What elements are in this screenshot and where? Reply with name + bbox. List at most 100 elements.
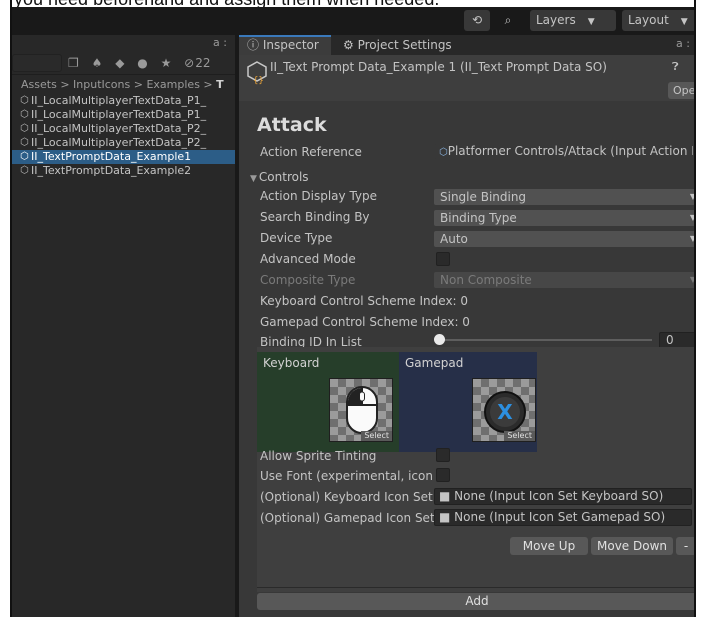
gamepad-panel-label: Gamepad [405, 356, 464, 370]
file-name: II_LocalMultiplayerTextData_P2_ [31, 122, 207, 135]
layers-label: Layers [536, 13, 576, 27]
list-item[interactable]: ⬡ II_LocalMultiplayerTextData_P1_ [12, 108, 235, 122]
gamepad-icon-set-value: None (Input Icon Set Gamepad SO) [454, 510, 666, 524]
lock-icon[interactable]: a : [213, 36, 227, 49]
file-list: ⬡ II_LocalMultiplayerTextData_P1_ ⬡ II_Loc… [12, 94, 235, 178]
action-display-type-dropdown[interactable]: Single Binding ▼ [434, 189, 694, 205]
type-filter-icon[interactable]: ♠ [92, 56, 103, 70]
binding-id-slider-handle[interactable] [434, 334, 445, 345]
gamepad-icon-set-field[interactable]: ■ None (Input Icon Set Gamepad SO) [434, 509, 692, 526]
warning-filter-icon[interactable]: ● [137, 56, 147, 70]
gamepad-sprite-field[interactable]: X Select [472, 378, 536, 442]
select-button[interactable]: Select [361, 431, 392, 441]
label-filter-icon[interactable]: ◆ [115, 56, 124, 70]
create-icon[interactable]: ❐ [68, 56, 79, 70]
lock-icon[interactable]: a : [676, 37, 690, 50]
allow-sprite-tinting-checkbox[interactable] [436, 448, 450, 462]
use-font-label: Use Font (experimental, icon s [260, 469, 444, 483]
tab-project-settings[interactable]: ⚙ Project Settings [335, 35, 460, 55]
list-item-selected[interactable]: ⬡ II_TextPromptData_Example1 [12, 150, 235, 164]
page-margin-left [0, 0, 10, 617]
breadcrumb-item[interactable]: Examples [146, 78, 199, 91]
breadcrumb-item[interactable]: Assets [21, 78, 57, 91]
breadcrumb: Assets > InputIcons > Examples > T [12, 74, 235, 94]
list-item[interactable]: ⬡ II_LocalMultiplayerTextData_P2_ [12, 136, 235, 150]
layout-label: Layout [628, 13, 669, 27]
project-filter-icons: ❐ ♠ ◆ ● ★ ⊘22 [68, 54, 211, 72]
history-button[interactable]: ⟲ [464, 10, 490, 31]
gamepad-icon-set-label: (Optional) Gamepad Icon Set [260, 511, 435, 525]
device-type-dropdown[interactable]: Auto ▼ [434, 231, 694, 247]
gamepad-scheme-index-label: Gamepad Control Scheme Index: 0 [260, 315, 470, 329]
move-up-button[interactable]: Move Up [510, 537, 588, 555]
composite-type-value: Non Composite [440, 273, 532, 287]
remove-button[interactable]: - [676, 537, 694, 555]
list-item[interactable]: ⬡ II_LocalMultiplayerTextData_P1_ [12, 94, 235, 108]
controls-foldout-label: Controls [258, 170, 309, 184]
action-display-type-value: Single Binding [440, 190, 527, 204]
use-font-checkbox[interactable] [436, 468, 450, 482]
scriptable-object-icon: ⬡ [20, 165, 29, 176]
breadcrumb-item[interactable]: InputIcons [73, 78, 130, 91]
keyboard-icon-set-value: None (Input Icon Set Keyboard SO) [454, 489, 664, 503]
action-reference-label: Action Reference [260, 145, 362, 159]
keyboard-panel: Keyboard Select [257, 352, 399, 452]
select-button[interactable]: Select [504, 431, 535, 441]
controls-foldout[interactable]: ▼ Controls [250, 170, 311, 184]
chevron-down-icon: ▼ [680, 17, 688, 27]
file-name: II_LocalMultiplayerTextData_P2_ [31, 136, 207, 149]
history-icon: ⟲ [471, 13, 483, 27]
list-item[interactable]: ⬡ II_TextPromptData_Example2 [12, 164, 235, 178]
breadcrumb-item[interactable]: T [216, 78, 224, 91]
keyboard-scheme-index-label: Keyboard Control Scheme Index: 0 [260, 294, 469, 308]
file-name: II_TextPromptData_Example2 [31, 164, 192, 177]
document-icon: ■ [439, 510, 451, 524]
keyboard-panel-label: Keyboard [263, 356, 320, 370]
inspector-window: ⓘ Inspector ⚙ Project Settings a : {} II… [239, 35, 694, 617]
gear-icon: ⚙ [343, 38, 354, 52]
section-title: Attack [257, 114, 327, 136]
info-icon: ⓘ [247, 38, 260, 52]
action-display-type-label: Action Display Type [260, 189, 378, 203]
search-button[interactable]: ⌕ [496, 10, 520, 31]
inspector-tab-bar: ⓘ Inspector ⚙ Project Settings a : [239, 35, 694, 55]
binding-id-slider-track[interactable] [436, 339, 652, 341]
foldout-arrow-icon: ▼ [250, 174, 257, 184]
keyboard-sprite-field[interactable]: Select [329, 378, 393, 442]
open-button[interactable]: Open [668, 82, 694, 99]
asset-title: II_Text Prompt Data_Example 1 (II_Text P… [270, 60, 607, 74]
scriptable-object-icon: ⬡ [20, 123, 29, 134]
inspector-asset-header: {} II_Text Prompt Data_Example 1 (II_Tex… [239, 55, 694, 101]
editor-toolbar: ⟲ ⌕ Layers ▼ Layout ▼ [12, 7, 712, 35]
advanced-mode-label: Advanced Mode [260, 252, 356, 266]
composite-type-dropdown: Non Composite ▼ [434, 272, 694, 288]
svg-text:X: X [497, 400, 513, 424]
scriptable-object-icon: ⬡ [20, 137, 29, 148]
layers-dropdown[interactable]: Layers ▼ [530, 10, 616, 31]
svg-text:{}: {} [253, 76, 264, 85]
help-icon[interactable]: ❓︎ [672, 60, 679, 74]
project-search-input[interactable] [12, 54, 62, 72]
project-search-row: ❐ ♠ ◆ ● ★ ⊘22 [12, 52, 235, 74]
scriptable-object-icon: ⬡ [20, 109, 29, 120]
advanced-mode-checkbox[interactable] [436, 252, 450, 266]
action-reference-field[interactable]: ⬡Platformer Controls/Attack (Input Actio… [434, 143, 694, 160]
device-type-label: Device Type [260, 231, 333, 245]
project-window: a : ❐ ♠ ◆ ● ★ ⊘22 Assets > InputIcons > … [12, 35, 235, 617]
keyboard-icon-set-field[interactable]: ■ None (Input Icon Set Keyboard SO) [434, 488, 692, 505]
favorite-icon[interactable]: ★ [161, 56, 172, 70]
page-margin-right [696, 0, 712, 617]
breadcrumb-separator: > [133, 78, 147, 91]
move-down-button[interactable]: Move Down [591, 537, 673, 555]
search-binding-by-dropdown[interactable]: Binding Type ▼ [434, 210, 694, 226]
add-button[interactable]: Add [257, 593, 694, 610]
hidden-eye-icon[interactable]: ⊘ [184, 56, 194, 70]
tab-inspector[interactable]: ⓘ Inspector [239, 35, 331, 55]
search-icon: ⌕ [504, 13, 512, 27]
list-item[interactable]: ⬡ II_LocalMultiplayerTextData_P2_ [12, 122, 235, 136]
gamepad-panel: Gamepad X Select [399, 352, 537, 452]
file-name: II_TextPromptData_Example1 [31, 150, 192, 163]
search-binding-by-label: Search Binding By [260, 210, 370, 224]
document-icon: ■ [439, 489, 451, 503]
tab-inspector-label: Inspector [262, 38, 319, 52]
